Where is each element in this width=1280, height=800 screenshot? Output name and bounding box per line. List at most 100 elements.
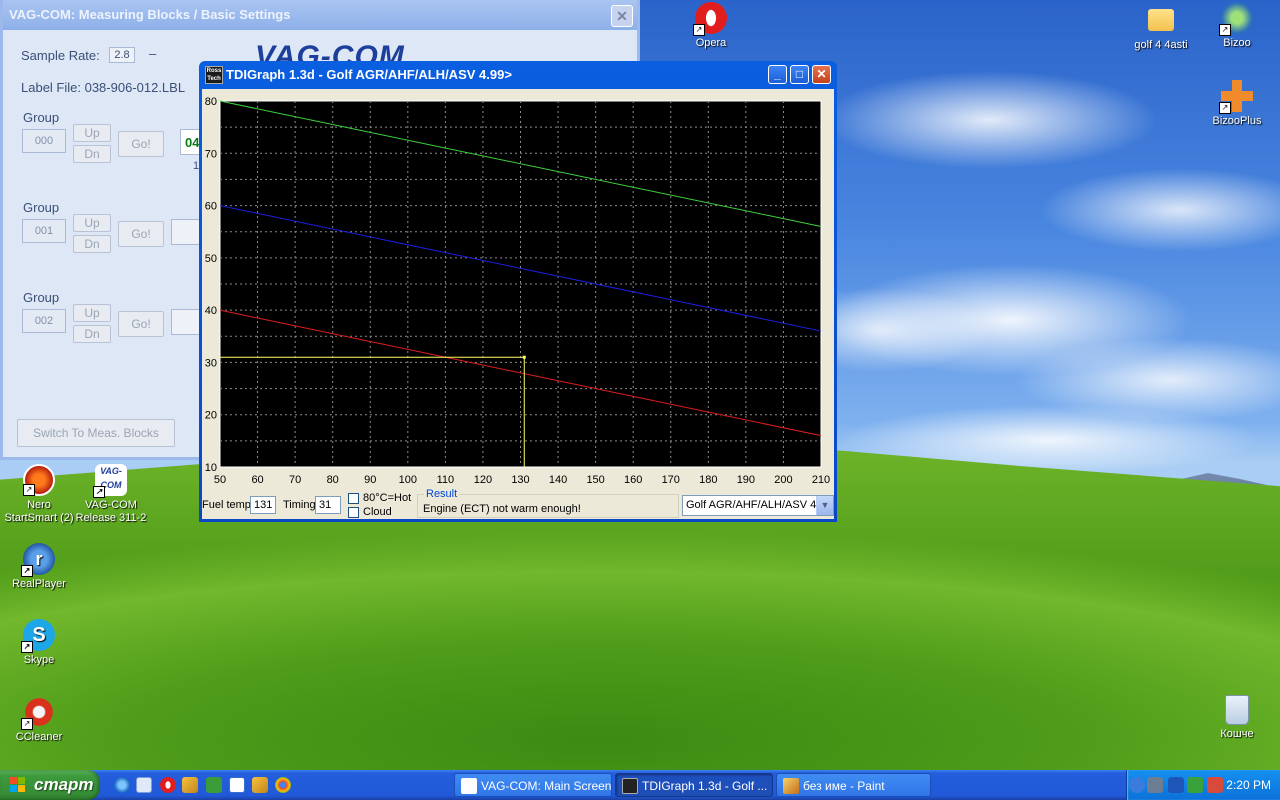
desktop-icon-folder[interactable]: golf 4 4asti (1122, 4, 1200, 52)
x-tick-label: 130 (511, 474, 529, 486)
group-number-input[interactable]: 002 (22, 309, 66, 333)
folder-quicklaunch-icon[interactable] (252, 777, 268, 793)
x-tick-label: 180 (699, 474, 717, 486)
paint-icon (783, 778, 799, 794)
vagcom-icon (461, 778, 477, 794)
desktop-icon-recycle-bin[interactable]: Кошче (1198, 695, 1276, 741)
tray-security-icon[interactable] (1207, 777, 1223, 793)
cloud-checkbox[interactable] (348, 507, 359, 518)
group-down-button[interactable]: Dn (73, 325, 111, 343)
sample-rate-label: Sample Rate: (21, 48, 100, 63)
desktop-icon-label: Release 311-2 (75, 512, 147, 524)
tdigraph-titlebar[interactable]: Ross Tech TDIGraph 1.3d - Golf AGR/AHF/A… (202, 61, 834, 89)
timing-chart: 10 20 30 40 50 60 70 80 50 60 70 80 90 100 110 120 130 14… (205, 96, 830, 486)
desktop-icon-label: golf 4 4asti (1134, 39, 1188, 51)
x-tick-label: 60 (251, 474, 263, 486)
tdigraph-window[interactable]: Ross Tech TDIGraph 1.3d - Golf AGR/AHF/A… (199, 61, 837, 522)
x-tick-label: 50 (214, 474, 226, 486)
tdigraph-client: 10 20 30 40 50 60 70 80 50 60 70 80 90 100 110 120 130 14… (202, 89, 834, 519)
group-go-button[interactable]: Go! (118, 221, 164, 247)
show-desktop-icon[interactable] (136, 777, 152, 793)
clock: 2:20 PM (1226, 778, 1271, 792)
x-tick-label: 80 (327, 474, 339, 486)
desktop-icon-nero[interactable]: ↗ Nero StartSmart (2) (0, 464, 78, 525)
tray-device-icon[interactable] (1168, 777, 1184, 793)
x-tick-label: 160 (624, 474, 642, 486)
start-button[interactable]: старт (0, 770, 100, 800)
x-tick-label: 190 (737, 474, 755, 486)
desktop-icon-label: StartSmart (2) (4, 512, 74, 524)
desktop-icon-bizoo[interactable]: ↗ Bizoo (1198, 2, 1276, 50)
y-tick-label: 10 (205, 462, 217, 474)
taskbar: старт VAG-COM: Main Screen TDIGraph 1.3d… (0, 770, 1280, 800)
label-file: Label File: 038-906-012.LBL (21, 80, 186, 95)
tray-app-icon[interactable] (1187, 777, 1203, 793)
hot-checkbox[interactable] (348, 493, 359, 504)
taskbar-button-label: без име - Paint (803, 779, 885, 793)
ccleaner-icon: ↗ (21, 696, 55, 730)
group-up-button[interactable]: Up (73, 214, 111, 232)
tray-network-icon[interactable] (1147, 777, 1163, 793)
taskbar-button-tdigraph[interactable]: TDIGraph 1.3d - Golf ... (615, 773, 773, 797)
cloud-checkbox-label: Cloud (363, 506, 392, 518)
desktop-icon-label: CCleaner (15, 731, 63, 743)
vagcom-titlebar[interactable]: VAG-COM: Measuring Blocks / Basic Settin… (3, 0, 637, 30)
vagcom-quicklaunch-icon[interactable] (182, 777, 198, 793)
desktop-icon-realplayer[interactable]: r ↗ RealPlayer (0, 543, 78, 591)
group-up-button[interactable]: Up (73, 304, 111, 322)
desktop-icon-skype[interactable]: S ↗ Skype (0, 619, 78, 667)
tray-expand-icon[interactable] (1129, 777, 1145, 793)
group-down-button[interactable]: Dn (73, 145, 111, 163)
minimize-button[interactable]: _ (768, 65, 787, 84)
chevron-down-icon[interactable]: ▼ (816, 496, 833, 515)
marker-point (522, 355, 526, 359)
y-tick-label: 70 (205, 148, 217, 160)
x-tick-label: 200 (774, 474, 792, 486)
media-icon[interactable] (229, 777, 245, 793)
desktop-icon-bizooplus[interactable]: ↗ BizooPlus (1198, 80, 1276, 128)
start-label: старт (34, 775, 94, 794)
calc-icon[interactable] (206, 777, 222, 793)
engine-select[interactable]: Golf AGR/AHF/ALH/ASV 4.99> ▼ (682, 495, 834, 516)
maximize-button[interactable]: □ (790, 65, 809, 84)
result-groupbox: Result Engine (ECT) not warm enough! (417, 489, 679, 518)
bizooplus-icon: ↗ (1219, 80, 1253, 114)
close-button[interactable]: ✕ (812, 65, 831, 84)
hot-checkbox-label: 80°C=Hot (363, 492, 412, 504)
graph-area: 10 20 30 40 50 60 70 80 50 60 70 80 90 100 110 120 130 14… (202, 89, 834, 491)
fuel-temp-input[interactable]: 131 (250, 496, 276, 514)
desktop-icon-opera[interactable]: ↗ Opera (672, 2, 750, 50)
opera-icon[interactable] (160, 777, 176, 793)
group-go-button[interactable]: Go! (118, 131, 164, 157)
desktop-icon-label: Skype (23, 654, 55, 666)
y-tick-label: 80 (205, 96, 217, 108)
vagcom-icon: VAG- COM ↗ (93, 464, 127, 498)
desktop-icon-vagcom[interactable]: VAG- COM ↗ VAG-COM Release 311-2 (72, 464, 150, 525)
sample-rate-dash: – (149, 46, 157, 61)
x-tick-label: 70 (289, 474, 301, 486)
ie-icon[interactable] (114, 777, 130, 793)
nero-icon: ↗ (23, 464, 55, 496)
chrome-icon[interactable] (275, 777, 291, 793)
graph-controls: Fuel temp 131 Timing 31 80°C=Hot Cloud R… (202, 489, 834, 519)
timing-input[interactable]: 31 (315, 496, 341, 514)
taskbar-button-paint[interactable]: без име - Paint (776, 773, 931, 797)
group-number-input[interactable]: 000 (22, 129, 66, 153)
group-go-button[interactable]: Go! (118, 311, 164, 337)
system-tray: 2:20 PM (1126, 770, 1280, 800)
group-down-button[interactable]: Dn (73, 235, 111, 253)
x-tick-label: 120 (474, 474, 492, 486)
desktop-icon-ccleaner[interactable]: ↗ CCleaner (0, 696, 78, 744)
switch-to-meas-blocks-button[interactable]: Switch To Meas. Blocks (17, 419, 175, 447)
desktop-icon-label: Nero (27, 499, 51, 511)
x-tick-label: 90 (364, 474, 376, 486)
x-tick-label: 170 (662, 474, 680, 486)
x-tick-label: 140 (549, 474, 567, 486)
close-button[interactable]: ✕ (611, 5, 633, 27)
group-number-input[interactable]: 001 (22, 219, 66, 243)
sample-rate-value: 2.8 (109, 47, 135, 63)
taskbar-button-vagcom[interactable]: VAG-COM: Main Screen (454, 773, 612, 797)
group-up-button[interactable]: Up (73, 124, 111, 142)
window-title: VAG-COM: Measuring Blocks / Basic Settin… (9, 7, 291, 22)
y-tick-label: 60 (205, 201, 217, 213)
